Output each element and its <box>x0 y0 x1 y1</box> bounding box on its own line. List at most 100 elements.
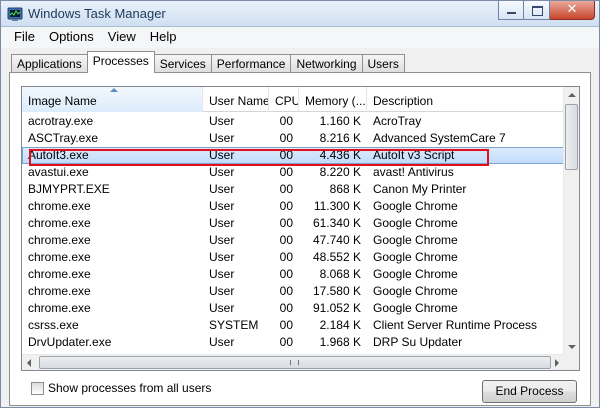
memory-cell: 8.068 K <box>319 267 361 281</box>
cpu-cell: 00 <box>279 250 293 264</box>
caption-buttons <box>498 1 595 21</box>
table-row[interactable]: DrvUpdater.exe User 00 1.968 K DRP Su Update… <box>22 334 565 351</box>
table-row[interactable]: avastui.exe User 00 8.220 K avast! Antivirus <box>22 164 565 181</box>
user-name-cell: User <box>209 335 235 349</box>
process-list[interactable]: Image Name User Name CPU Memory (... Des… <box>21 86 580 371</box>
column-image-name-label: Image Name <box>28 94 97 108</box>
user-name-cell: User <box>209 165 235 179</box>
menu-view[interactable]: View <box>101 27 143 48</box>
tab-applications[interactable]: Applications <box>11 54 88 73</box>
scroll-up-arrow-icon[interactable] <box>564 87 579 103</box>
image-name-cell: csrss.exe <box>28 318 79 332</box>
cpu-cell: 00 <box>279 318 293 332</box>
memory-cell: 8.216 K <box>319 131 361 145</box>
tab-users[interactable]: Users <box>361 54 405 73</box>
column-description[interactable]: Description <box>367 87 565 112</box>
memory-cell: 4.436 K <box>319 148 361 162</box>
cpu-cell: 00 <box>279 233 293 247</box>
user-name-cell: User <box>209 182 235 196</box>
memory-cell: 1.968 K <box>319 335 361 349</box>
description-cell: Advanced SystemCare 7 <box>373 131 506 145</box>
close-button[interactable] <box>550 1 595 20</box>
cpu-cell: 00 <box>279 284 293 298</box>
memory-cell: 61.340 K <box>312 216 361 230</box>
description-cell: Client Server Runtime Process <box>373 318 538 332</box>
cpu-cell: 00 <box>279 131 293 145</box>
task-manager-icon <box>7 7 23 21</box>
memory-cell: 17.580 K <box>312 284 361 298</box>
image-name-cell: chrome.exe <box>28 301 91 315</box>
image-name-cell: DrvUpdater.exe <box>28 335 112 349</box>
user-name-cell: User <box>209 250 235 264</box>
tab-services[interactable]: Services <box>153 54 212 73</box>
menu-options[interactable]: Options <box>42 27 101 48</box>
cpu-cell: 00 <box>279 335 293 349</box>
window-title: Windows Task Manager <box>28 6 166 21</box>
memory-cell: 8.220 K <box>319 165 361 179</box>
description-cell: Google Chrome <box>373 284 458 298</box>
end-process-button[interactable]: End Process <box>482 380 577 403</box>
column-image-name[interactable]: Image Name <box>22 87 203 112</box>
cpu-cell: 00 <box>279 301 293 315</box>
menu-help[interactable]: Help <box>143 27 184 48</box>
cpu-cell: 00 <box>279 182 293 196</box>
tab-strip: Applications Processes Services Performa… <box>11 51 405 73</box>
minimize-button[interactable] <box>498 1 524 20</box>
table-row[interactable]: acrotray.exe User 00 1.160 K AcroTray <box>22 113 565 130</box>
description-cell: AcroTray <box>373 114 422 128</box>
scroll-down-arrow-icon[interactable] <box>564 339 579 355</box>
column-user-name[interactable]: User Name <box>203 87 269 112</box>
scroll-left-arrow-icon[interactable] <box>22 355 38 370</box>
tab-networking[interactable]: Networking <box>290 54 363 73</box>
memory-cell: 91.052 K <box>312 301 361 315</box>
memory-cell: 868 K <box>329 182 361 196</box>
image-name-cell: chrome.exe <box>28 267 91 281</box>
memory-cell: 2.184 K <box>319 318 361 332</box>
table-row[interactable]: chrome.exe User 00 61.340 K Google Chrome <box>22 215 565 232</box>
horizontal-scrollbar[interactable] <box>22 354 565 370</box>
table-row[interactable]: ASCTray.exe User 00 8.216 K Advanced SystemC… <box>22 130 565 147</box>
column-cpu[interactable]: CPU <box>269 87 299 112</box>
memory-cell: 1.160 K <box>319 114 361 128</box>
table-row[interactable]: chrome.exe User 00 11.300 K Google Chrome <box>22 198 565 215</box>
tab-processes[interactable]: Processes <box>86 51 155 73</box>
cpu-cell: 00 <box>279 267 293 281</box>
table-row[interactable]: chrome.exe User 00 48.552 K Google Chrome <box>22 249 565 266</box>
table-row[interactable]: chrome.exe User 00 47.740 K Google Chrome <box>22 232 565 249</box>
show-all-processes-option[interactable]: Show processes from all users <box>31 381 211 395</box>
maximize-button[interactable] <box>524 1 550 20</box>
task-manager-window: Windows Task Manager File Options View H… <box>0 0 600 408</box>
user-name-cell: User <box>209 267 235 281</box>
column-memory[interactable]: Memory (... <box>299 87 367 112</box>
cpu-cell: 00 <box>279 165 293 179</box>
tab-performance[interactable]: Performance <box>210 54 292 73</box>
user-name-cell: User <box>209 233 235 247</box>
memory-cell: 47.740 K <box>312 233 361 247</box>
table-row[interactable]: chrome.exe User 00 91.052 K Google Chrome <box>22 300 565 317</box>
vertical-scrollbar[interactable] <box>563 87 579 355</box>
description-cell: DRP Su Updater <box>373 335 463 349</box>
user-name-cell: User <box>209 284 235 298</box>
title-bar[interactable]: Windows Task Manager <box>1 1 599 27</box>
menu-file[interactable]: File <box>1 27 42 48</box>
horizontal-scroll-thumb[interactable] <box>39 356 551 369</box>
description-cell: Google Chrome <box>373 250 458 264</box>
description-cell: Google Chrome <box>373 301 458 315</box>
table-row[interactable]: BJMYPRT.EXE User 00 868 K Canon My Printer <box>22 181 565 198</box>
cpu-cell: 00 <box>279 216 293 230</box>
vertical-scroll-thumb[interactable] <box>565 104 578 170</box>
description-cell: Google Chrome <box>373 199 458 213</box>
process-rows: acrotray.exe User 00 1.160 K AcroTray ASCTray… <box>22 113 565 351</box>
image-name-cell: chrome.exe <box>28 284 91 298</box>
description-cell: Google Chrome <box>373 267 458 281</box>
image-name-cell: ASCTray.exe <box>28 131 99 145</box>
table-row[interactable]: chrome.exe User 00 17.580 K Google Chrome <box>22 283 565 300</box>
show-all-checkbox[interactable] <box>31 381 44 395</box>
user-name-cell: User <box>209 199 235 213</box>
table-row[interactable]: chrome.exe User 00 8.068 K Google Chrome <box>22 266 565 283</box>
table-row[interactable]: csrss.exe SYSTEM 00 2.184 K Client Server Ru… <box>22 317 565 334</box>
user-name-cell: User <box>209 148 235 162</box>
table-row[interactable]: AutoIt3.exe User 00 4.436 K AutoIt v3 Script <box>22 147 565 164</box>
description-cell: AutoIt v3 Script <box>373 148 455 162</box>
description-cell: Canon My Printer <box>373 182 467 196</box>
